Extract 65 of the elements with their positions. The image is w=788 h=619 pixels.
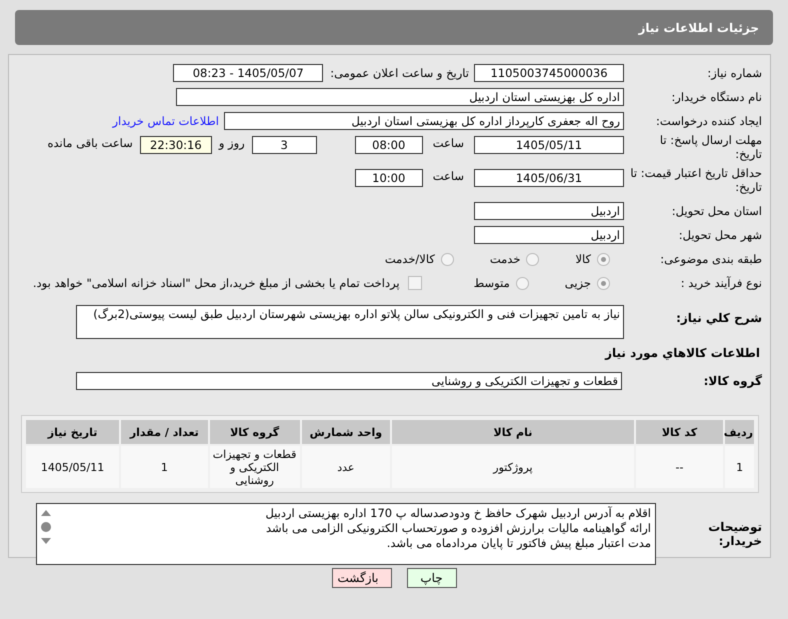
table-cell: عدد <box>302 446 390 488</box>
field-label: ایجاد کننده درخواست: <box>655 114 763 128</box>
radio-label: متوسط <box>474 276 510 290</box>
field-label: ساعت باقی مانده <box>48 136 133 150</box>
table-cell: -- <box>636 446 724 488</box>
column-header: گروه کالا <box>210 420 300 444</box>
page-title: جزئیات اطلاعات نیاز <box>638 20 759 34</box>
field-label: شهر محل تحویل: <box>678 228 763 242</box>
note-line: ارائه گواهینامه مالیات برارزش افزوده و صورتحساب الکترونیکی الزامی می باشد <box>264 521 651 536</box>
city-field: اردبیل <box>474 226 624 244</box>
time-field: 10:00 <box>354 169 423 187</box>
field-label: شماره نیاز: <box>706 66 763 80</box>
table-cell: قطعات و تجهیزات الکتریکی و روشنایی <box>210 446 300 488</box>
field-label: مهلت ارسال پاسخ: تا تاریخ: <box>658 133 763 161</box>
column-header: کد کالا <box>636 420 724 444</box>
days-field: 3 <box>252 136 317 154</box>
date-field: 1405/05/11 <box>474 136 624 154</box>
radio-button[interactable] <box>526 252 540 266</box>
buyer-org-field: اداره کل بهزیستی استان اردبیل <box>176 88 624 106</box>
checkbox[interactable] <box>408 276 422 290</box>
field-label: حداقل تاریخ اعتبار قیمت: تا تاریخ: <box>630 166 763 194</box>
time-field: 08:00 <box>354 136 423 154</box>
back-button[interactable]: بازگشت <box>332 568 392 588</box>
radio-label: خدمت <box>490 252 520 266</box>
radio-label: کالا <box>575 252 591 266</box>
field-label: ساعت <box>432 136 464 150</box>
field-label: روز و <box>218 136 245 150</box>
announce-date-field: 1405/05/07 - 08:23 <box>173 64 324 82</box>
field-label: ساعت <box>432 169 464 183</box>
checkbox-label: پرداخت تمام یا بخشی از مبلغ خرید،از محل "اسناد خزانه اسلامی" خواهد بود. <box>32 276 400 290</box>
column-header: ردیف <box>725 420 754 444</box>
field-label: توضیحات خریدار: <box>707 520 763 548</box>
field-label: شرح کلي نياز: <box>675 310 763 325</box>
field-label: طبقه بندی موضوعی: <box>659 252 763 266</box>
province-field: اردبیل <box>474 202 624 220</box>
column-header: نام کالا <box>392 420 634 444</box>
field-label: نوع فرآیند خرید : <box>680 276 763 290</box>
column-header: واحد شمارش <box>302 420 390 444</box>
column-header: تعداد / مقدار <box>121 420 208 444</box>
table-cell: 1 <box>121 446 208 488</box>
column-header: تاریخ نیاز <box>26 420 120 444</box>
radio-button[interactable] <box>440 252 454 266</box>
radio-button[interactable] <box>597 252 610 266</box>
field-label: تاریخ و ساعت اعلان عمومی: <box>330 66 469 80</box>
need-number-field: 1105003745000036 <box>474 64 624 82</box>
goods-group-field: قطعات و تجهیزات الکتریکی و روشنایی <box>76 372 622 390</box>
contact-info-link[interactable]: اطلاعات تماس خریدار <box>112 114 219 128</box>
print-button[interactable]: چاپ <box>406 568 456 588</box>
table-cell: پروژکتور <box>392 446 634 488</box>
date-field: 1405/06/31 <box>474 169 624 187</box>
section-title: اطلاعات کالاهاي مورد نياز <box>605 346 761 360</box>
field-label: نام دستگاه خریدار: <box>670 90 763 104</box>
description-field: نیاز به تامین تجهیزات فنی و الکترونیکی سالن پلاتو اداره بهزیستی شهرستان اردبیل طبق لیست پیوستی(2برگ) <box>76 305 624 339</box>
remaining-time-field: 22:30:16 <box>140 136 212 154</box>
note-line: اقلام به آدرس اردبیل شهرک حافظ خ ودودصدساله پ 170 اداره بهزیستی اردبیل <box>264 506 651 521</box>
requester-field: روح اله جعفری کارپرداز اداره کل بهزیستی استان اردبیل <box>224 112 624 130</box>
field-label: استان محل تحویل: <box>670 204 763 218</box>
table-cell: 1 <box>725 446 754 488</box>
radio-button[interactable] <box>597 276 610 290</box>
radio-label: جزیی <box>564 276 591 290</box>
table-cell: 1405/05/11 <box>26 446 120 488</box>
radio-button[interactable] <box>516 276 529 290</box>
field-label: گروه کالا: <box>702 374 763 388</box>
radio-label: کالا/خدمت <box>384 252 435 266</box>
note-line: مدت اعتبار مبلغ پیش فاکتور تا پایان مردادماه می باشد. <box>386 536 651 551</box>
